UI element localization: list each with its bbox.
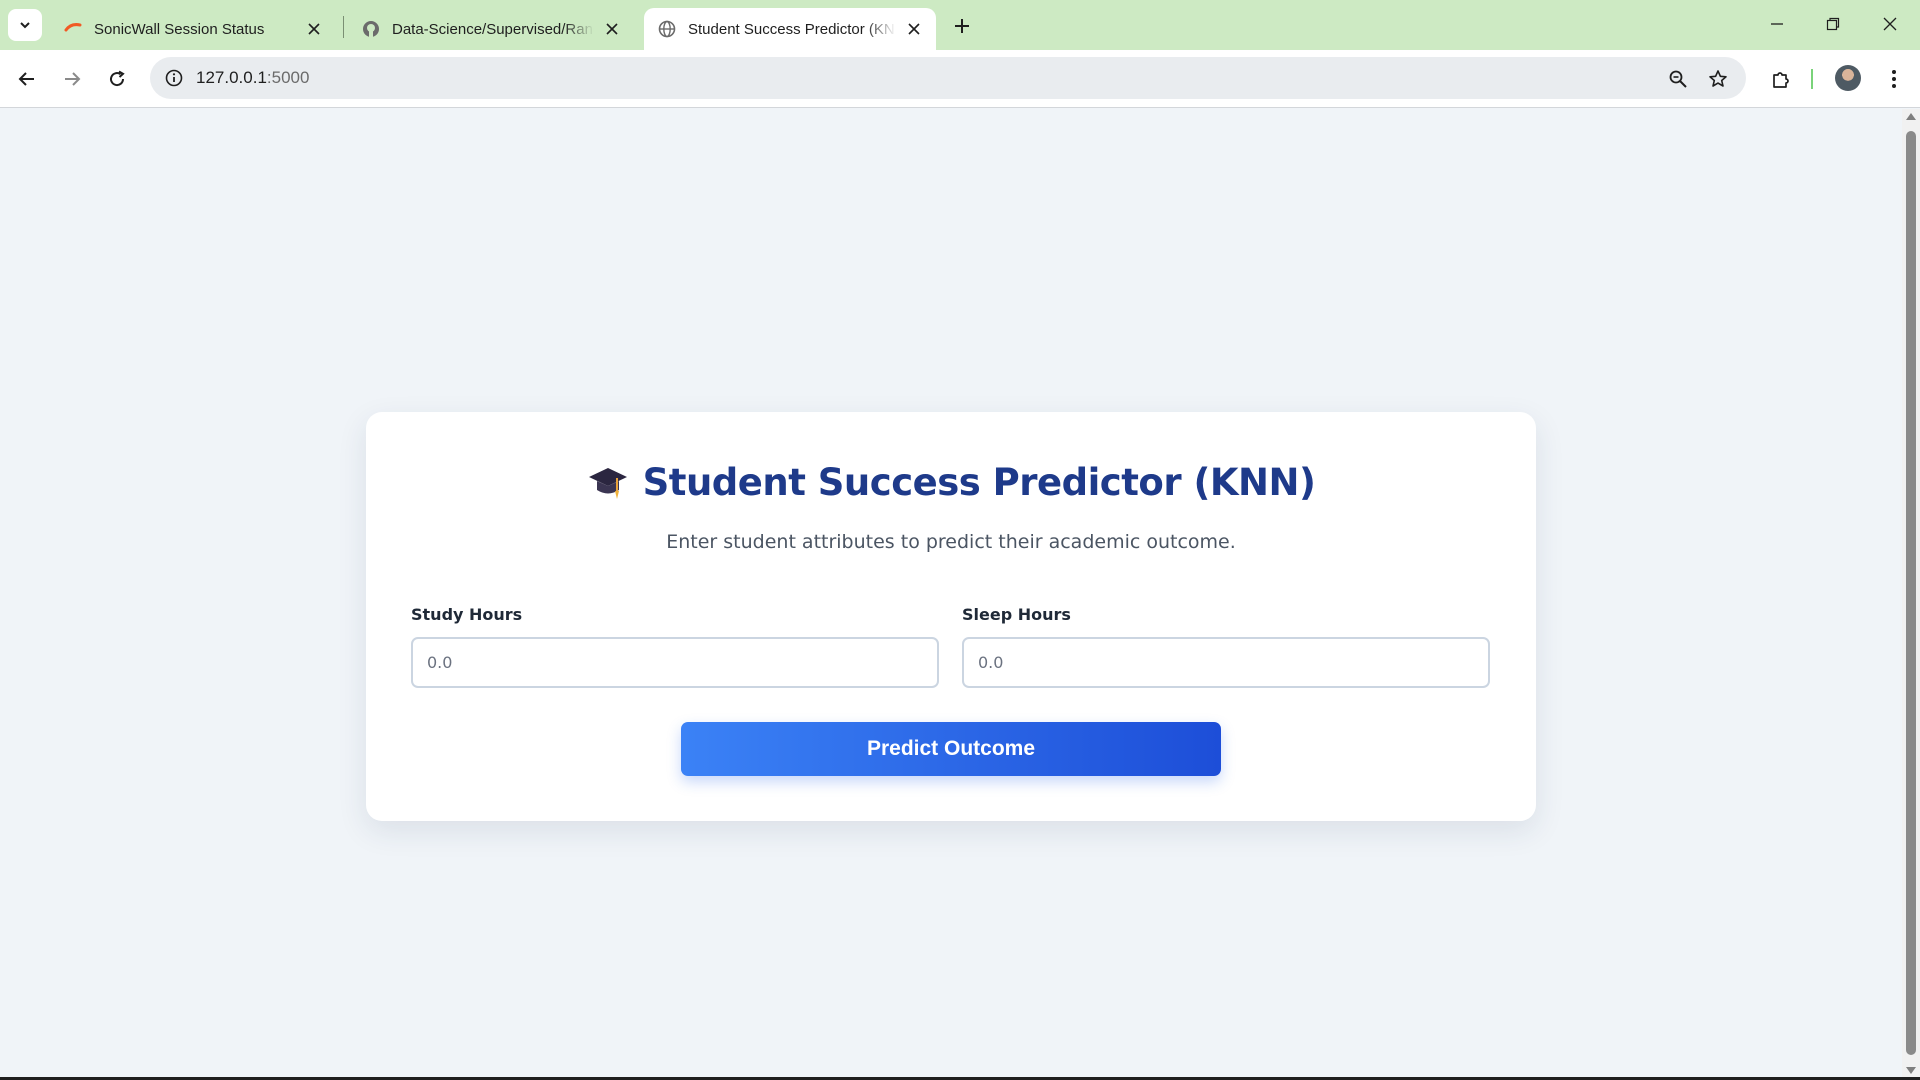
- tab-title: Student Success Predictor (KNN): [688, 20, 896, 38]
- new-tab-button[interactable]: [948, 12, 976, 40]
- graduation-cap-icon: [587, 463, 629, 503]
- profile-avatar[interactable]: [1835, 65, 1861, 91]
- tab-student-success[interactable]: Student Success Predictor (KNN): [644, 8, 936, 50]
- toolbar-divider: [1811, 69, 1813, 89]
- tab-github[interactable]: Data-Science/Supervised/Random: [348, 8, 634, 50]
- close-tab-icon[interactable]: [304, 19, 324, 39]
- bookmark-star-icon[interactable]: [1706, 67, 1730, 91]
- tab-sonicwall[interactable]: SonicWall Session Status: [50, 8, 336, 50]
- reload-icon: [110, 70, 125, 87]
- sleep-hours-label: Sleep Hours: [962, 605, 1071, 624]
- restore-button[interactable]: [1813, 8, 1853, 40]
- minimize-button[interactable]: [1757, 8, 1797, 40]
- study-hours-input[interactable]: [411, 637, 939, 688]
- predict-outcome-button[interactable]: Predict Outcome: [681, 722, 1221, 776]
- globe-icon: [658, 20, 676, 38]
- browser-menu-button[interactable]: [1879, 64, 1909, 94]
- github-icon: [362, 20, 380, 38]
- restore-icon: [1826, 17, 1840, 31]
- extensions-button[interactable]: [1766, 64, 1796, 94]
- browser-toolbar: 127.0.0.1:5000: [0, 50, 1920, 108]
- url-text: 127.0.0.1:5000: [196, 68, 309, 88]
- page-viewport: Student Success Predictor (KNN) Enter st…: [0, 109, 1902, 1078]
- study-hours-label: Study Hours: [411, 605, 523, 624]
- zoom-icon[interactable]: [1666, 67, 1690, 91]
- page-title: Student Success Predictor (KNN): [366, 461, 1536, 504]
- sleep-hours-input[interactable]: [962, 637, 1490, 688]
- close-tab-icon[interactable]: [904, 19, 924, 39]
- puzzle-icon: [1773, 72, 1789, 88]
- minimize-icon: [1771, 23, 1783, 25]
- back-button[interactable]: [12, 64, 42, 94]
- close-window-button[interactable]: [1870, 8, 1910, 40]
- arrow-right-icon: [65, 72, 81, 86]
- url-port: :5000: [266, 68, 310, 87]
- reload-button[interactable]: [102, 64, 132, 94]
- tab-strip: SonicWall Session Status Data-Science/Su…: [0, 0, 1920, 50]
- site-info-icon[interactable]: [164, 68, 184, 88]
- scroll-down-arrow-icon[interactable]: [1906, 1067, 1916, 1074]
- url-host: 127.0.0.1: [196, 68, 267, 87]
- scrollbar-thumb[interactable]: [1906, 131, 1916, 1055]
- forward-button[interactable]: [57, 64, 87, 94]
- chevron-down-icon: [20, 22, 30, 29]
- page-heading: Student Success Predictor (KNN): [642, 461, 1316, 504]
- arrow-left-icon: [18, 72, 34, 86]
- kebab-menu-icon: [1892, 70, 1896, 88]
- sonicwall-icon: [64, 20, 82, 38]
- plus-icon: [955, 19, 969, 33]
- close-icon: [1883, 17, 1897, 31]
- tab-separator: [343, 16, 344, 38]
- predictor-card: Student Success Predictor (KNN) Enter st…: [366, 412, 1536, 821]
- tab-title: SonicWall Session Status: [94, 20, 265, 38]
- page-scrollbar[interactable]: [1902, 109, 1920, 1078]
- scroll-up-arrow-icon[interactable]: [1906, 113, 1916, 120]
- address-bar[interactable]: 127.0.0.1:5000: [150, 57, 1746, 99]
- page-subtitle: Enter student attributes to predict thei…: [666, 531, 1236, 553]
- close-tab-icon[interactable]: [602, 19, 622, 39]
- tab-search-button[interactable]: [8, 9, 42, 41]
- tab-title: Data-Science/Supervised/Random: [392, 20, 594, 38]
